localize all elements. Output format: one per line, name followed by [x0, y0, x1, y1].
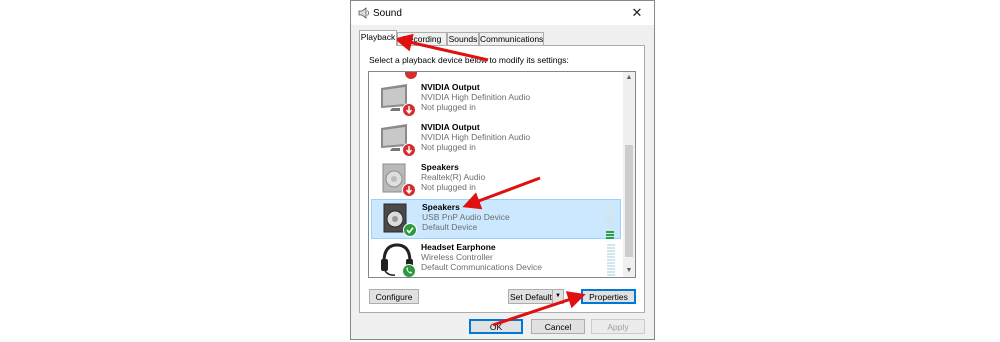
- meter-segment: [607, 277, 615, 278]
- meter-segment: [607, 262, 615, 264]
- tab-recording[interactable]: Recording: [397, 32, 447, 45]
- device-list-scrollbar[interactable]: ▲ ▼: [623, 72, 635, 277]
- device-item-speakers-usb[interactable]: Speakers USB PnP Audio Device Default De…: [371, 199, 621, 239]
- meter-segment: [607, 247, 615, 249]
- list-item[interactable]: [371, 72, 621, 79]
- tab-sounds[interactable]: Sounds: [447, 32, 479, 45]
- meter-segment: [606, 225, 614, 227]
- speaker-icon: [379, 162, 417, 198]
- meter-segment: [607, 256, 615, 258]
- device-list[interactable]: NVIDIA Output NVIDIA High Definition Aud…: [368, 71, 636, 278]
- device-driver: Wireless Controller: [421, 252, 493, 262]
- set-default-label: Set Default: [509, 292, 553, 302]
- device-name: Headset Earphone: [421, 242, 496, 252]
- meter-segment: [606, 207, 614, 209]
- meter-segment: [607, 259, 615, 261]
- window-title: Sound: [373, 8, 402, 19]
- meter-segment: [607, 253, 615, 255]
- sound-dialog: Sound ✕ Playback Recording Sounds Commun…: [350, 0, 655, 340]
- monitor-icon: [379, 82, 417, 118]
- headset-icon: [379, 242, 417, 277]
- device-driver: USB PnP Audio Device: [422, 212, 510, 222]
- meter-segment: [606, 234, 614, 236]
- unplugged-badge-icon: [402, 183, 416, 197]
- device-status: Not plugged in: [421, 182, 476, 192]
- device-driver: Realtek(R) Audio: [421, 172, 486, 182]
- device-name: Speakers: [421, 162, 459, 172]
- default-check-icon: [403, 223, 417, 237]
- monitor-icon: [379, 122, 417, 158]
- unplugged-badge-icon: [402, 103, 416, 117]
- close-icon[interactable]: ✕: [628, 4, 646, 22]
- device-name: NVIDIA Output: [421, 82, 480, 92]
- device-item-headset-earphone[interactable]: Headset Earphone Wireless Controller Def…: [371, 240, 621, 278]
- device-driver: NVIDIA High Definition Audio: [421, 92, 531, 102]
- chevron-down-icon[interactable]: ▼: [552, 290, 563, 303]
- configure-button[interactable]: Configure: [369, 289, 419, 304]
- cancel-button[interactable]: Cancel: [531, 319, 585, 334]
- scroll-up-icon[interactable]: ▲: [623, 72, 635, 84]
- device-status: Default Communications Device: [421, 262, 542, 272]
- device-status: Default Device: [422, 222, 478, 232]
- device-status: Not plugged in: [421, 102, 476, 112]
- ok-button[interactable]: OK: [469, 319, 523, 334]
- meter-segment: [607, 265, 615, 267]
- title-bar: Sound ✕: [351, 1, 654, 25]
- tab-playback[interactable]: Playback: [359, 30, 397, 46]
- scroll-down-icon[interactable]: ▼: [623, 265, 635, 277]
- device-driver: NVIDIA High Definition Audio: [421, 132, 531, 142]
- device-item-nvidia-output-1[interactable]: NVIDIA Output NVIDIA High Definition Aud…: [371, 80, 621, 118]
- scroll-thumb[interactable]: [625, 145, 633, 257]
- volume-meter: [606, 204, 614, 240]
- properties-button[interactable]: Properties: [581, 289, 636, 304]
- meter-segment: [607, 268, 615, 270]
- phone-badge-icon: [402, 264, 416, 277]
- instruction-text: Select a playback device below to modify…: [369, 55, 569, 65]
- device-item-nvidia-output-2[interactable]: NVIDIA Output NVIDIA High Definition Aud…: [371, 120, 621, 158]
- unplugged-badge-icon: [379, 72, 417, 79]
- meter-segment: [606, 237, 614, 239]
- device-status: Not plugged in: [421, 142, 476, 152]
- meter-segment: [607, 244, 615, 246]
- tab-communications[interactable]: Communications: [479, 32, 544, 45]
- unplugged-badge-icon: [402, 143, 416, 157]
- meter-segment: [606, 210, 614, 212]
- speaker-icon: [380, 202, 418, 238]
- playback-panel: Select a playback device below to modify…: [359, 45, 645, 313]
- meter-segment: [606, 228, 614, 230]
- device-name: NVIDIA Output: [421, 122, 480, 132]
- apply-button[interactable]: Apply: [591, 319, 645, 334]
- meter-segment: [606, 204, 614, 206]
- meter-segment: [606, 213, 614, 215]
- meter-segment: [606, 216, 614, 218]
- meter-segment: [607, 250, 615, 252]
- meter-segment: [607, 274, 615, 276]
- speaker-app-icon: [358, 7, 370, 21]
- meter-segment: [606, 231, 614, 233]
- device-item-speakers-realtek[interactable]: Speakers Realtek(R) Audio Not plugged in: [371, 160, 621, 198]
- set-default-button[interactable]: Set Default ▼: [508, 289, 564, 304]
- device-name: Speakers: [422, 202, 460, 212]
- meter-segment: [606, 219, 614, 221]
- meter-segment: [607, 271, 615, 273]
- meter-segment: [606, 222, 614, 224]
- volume-meter: [607, 244, 615, 278]
